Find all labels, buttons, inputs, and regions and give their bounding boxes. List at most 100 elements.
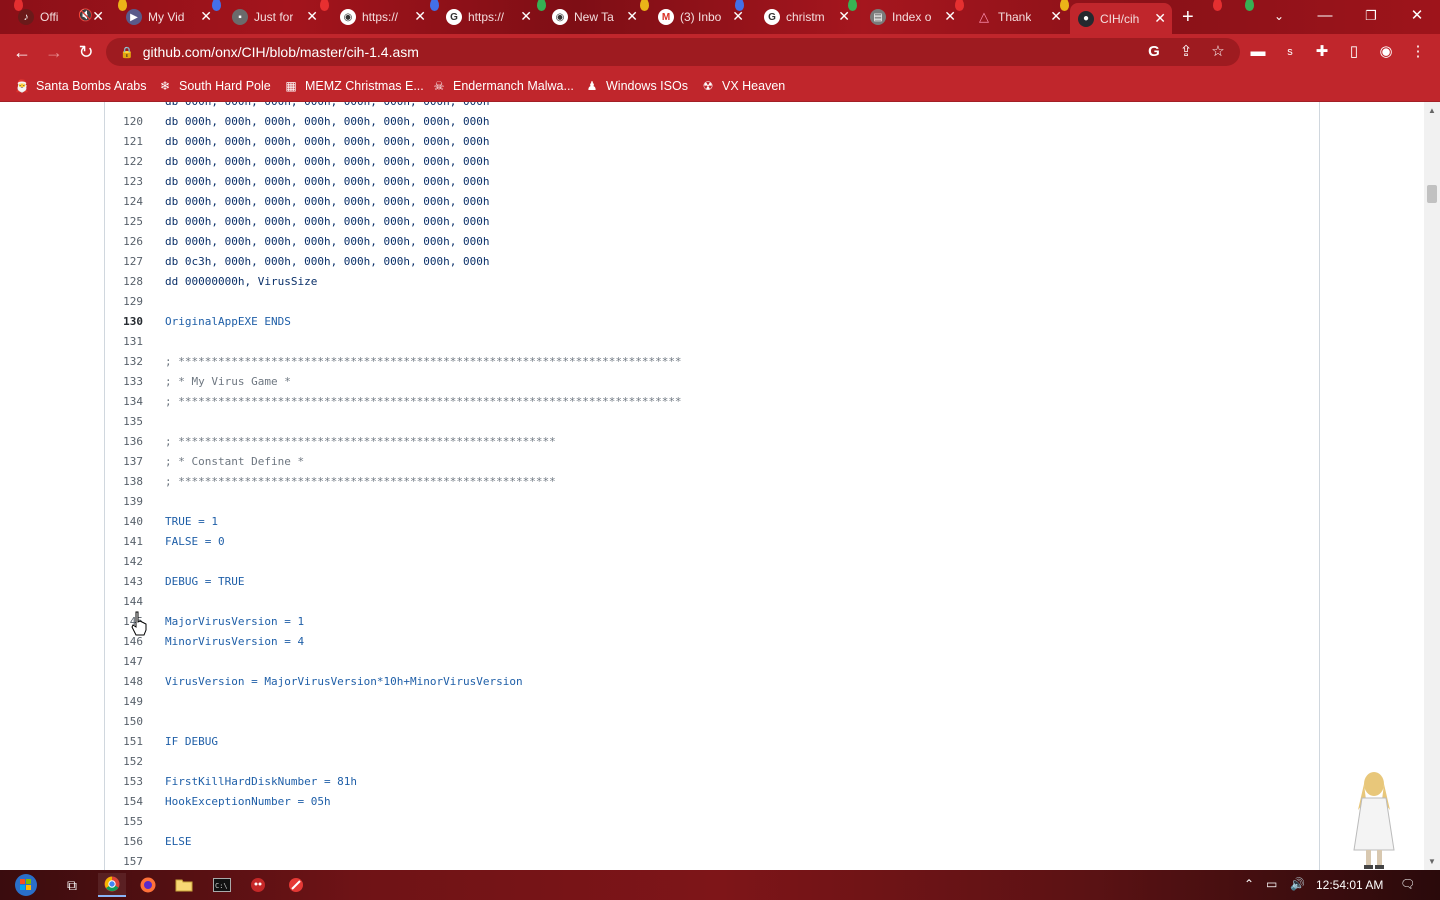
line-number[interactable]: 132 [103, 352, 143, 372]
google-lens-icon[interactable]: G [1143, 41, 1165, 63]
close-icon[interactable]: ✕ [306, 8, 318, 25]
taskbar-firefox[interactable] [134, 873, 162, 897]
line-number[interactable]: 124 [103, 192, 143, 212]
line-number[interactable]: 127 [103, 252, 143, 272]
taskbar-app-2[interactable] [282, 873, 310, 897]
minimize-button[interactable]: — [1302, 4, 1348, 28]
restore-button[interactable]: ❐ [1348, 4, 1394, 28]
line-number[interactable]: 144 [103, 592, 143, 612]
close-icon[interactable]: ✕ [414, 8, 426, 25]
close-icon[interactable]: ✕ [944, 8, 956, 25]
tab-10-active[interactable]: ● CIH/cih ✕ [1070, 3, 1172, 34]
line-number[interactable]: 125 [103, 212, 143, 232]
line-number[interactable]: 123 [103, 172, 143, 192]
tab-3[interactable]: ◉ https:// ✕ [332, 5, 432, 29]
start-button[interactable] [8, 873, 44, 897]
network-icon[interactable]: ▭ [1266, 877, 1277, 891]
tab-search-button[interactable]: ⌄ [1256, 4, 1302, 28]
bookmark-star-icon[interactable]: ☆ [1207, 41, 1229, 63]
line-number[interactable]: 153 [103, 772, 143, 792]
reload-button[interactable]: ↻ [74, 40, 98, 64]
tab-2[interactable]: ▪ Just for ✕ [224, 5, 324, 29]
side-panel-icon[interactable]: ▯ [1343, 41, 1365, 63]
scroll-up-arrow-icon[interactable]: ▲ [1428, 106, 1436, 115]
close-icon[interactable]: ✕ [1154, 10, 1166, 27]
tab-8[interactable]: ▤ Index o ✕ [862, 5, 962, 29]
line-number[interactable]: 141 [103, 532, 143, 552]
line-number[interactable]: 155 [103, 812, 143, 832]
line-number[interactable]: 135 [103, 412, 143, 432]
forward-button[interactable]: → [42, 40, 66, 64]
tab-5[interactable]: ◉ New Ta ✕ [544, 5, 644, 29]
taskbar-clock[interactable]: 12:54:01 AM [1316, 878, 1383, 892]
bookmark-2[interactable]: ▦ MEMZ Christmas E... [283, 77, 423, 95]
taskbar-cmd[interactable]: C:\ [208, 873, 236, 897]
close-icon[interactable]: ✕ [92, 8, 104, 25]
line-number[interactable]: 121 [103, 132, 143, 152]
vertical-scrollbar[interactable]: ▲ ▼ [1424, 102, 1440, 870]
close-icon[interactable]: ✕ [200, 8, 212, 25]
line-number[interactable]: 149 [103, 692, 143, 712]
line-number[interactable]: 126 [103, 232, 143, 252]
line-number[interactable]: 130 [103, 312, 143, 332]
line-number[interactable]: 138 [103, 472, 143, 492]
volume-icon[interactable]: 🔊 [1290, 877, 1305, 891]
line-number[interactable]: 120 [103, 112, 143, 132]
line-number[interactable]: 140 [103, 512, 143, 532]
tab-4[interactable]: G https:// ✕ [438, 5, 538, 29]
line-number[interactable]: 150 [103, 712, 143, 732]
scroll-down-arrow-icon[interactable]: ▼ [1428, 857, 1436, 866]
line-number[interactable]: 147 [103, 652, 143, 672]
profile-avatar-icon[interactable]: ◉ [1375, 41, 1397, 63]
bookmark-1[interactable]: ❄ South Hard Pole [157, 77, 271, 95]
close-icon[interactable]: ✕ [838, 8, 850, 25]
line-number[interactable]: 137 [103, 452, 143, 472]
line-number[interactable]: 139 [103, 492, 143, 512]
extension-s-icon[interactable]: s [1279, 41, 1301, 63]
tab-1[interactable]: ▶ My Vid ✕ [118, 5, 218, 29]
close-icon[interactable]: ✕ [732, 8, 744, 25]
bookmark-3[interactable]: ☠ Endermanch Malwa... [431, 77, 574, 95]
taskbar-file-explorer[interactable] [170, 873, 198, 897]
chevron-up-icon[interactable]: ⌃ [1244, 877, 1254, 891]
line-number[interactable]: 142 [103, 552, 143, 572]
close-icon[interactable]: ✕ [520, 8, 532, 25]
extension-flag-icon[interactable]: ▬ [1247, 41, 1269, 63]
back-button[interactable]: ← [10, 40, 34, 64]
tab-0[interactable]: ♪ Offi 🔇 ✕ [10, 5, 110, 29]
new-tab-button[interactable]: + [1178, 5, 1206, 29]
line-number[interactable]: 122 [103, 152, 143, 172]
line-number[interactable]: 136 [103, 432, 143, 452]
line-number[interactable]: 134 [103, 392, 143, 412]
line-number[interactable]: 156 [103, 832, 143, 852]
line-number[interactable]: 151 [103, 732, 143, 752]
share-icon[interactable]: ⇪ [1175, 41, 1197, 63]
line-number[interactable]: 143 [103, 572, 143, 592]
close-icon[interactable]: ✕ [1050, 8, 1062, 25]
scrollbar-thumb[interactable] [1427, 185, 1437, 203]
menu-kebab-icon[interactable]: ⋮ [1407, 41, 1429, 63]
bookmark-5[interactable]: ☢ VX Heaven [700, 77, 786, 95]
task-view-button[interactable]: ⧉ [58, 873, 86, 897]
line-number[interactable]: 133 [103, 372, 143, 392]
line-number[interactable]: 148 [103, 672, 143, 692]
notifications-icon[interactable]: 🗨 [1400, 877, 1415, 891]
line-number[interactable]: 131 [103, 332, 143, 352]
taskbar-chrome[interactable] [98, 873, 126, 897]
bookmark-0[interactable]: 🎅 Santa Bombs Arabs [14, 77, 147, 95]
taskbar-app-1[interactable] [244, 873, 272, 897]
tab-6[interactable]: M (3) Inbo ✕ [650, 5, 750, 29]
line-number[interactable]: 154 [103, 792, 143, 812]
muted-speaker-icon[interactable]: 🔇 [78, 8, 93, 22]
bookmark-4[interactable]: ♟ Windows ISOs [584, 77, 688, 95]
line-number[interactable]: 129 [103, 292, 143, 312]
line-number[interactable]: 128 [103, 272, 143, 292]
line-number[interactable]: 157 [103, 852, 143, 870]
address-bar[interactable]: 🔒 github.com/onx/CIH/blob/master/cih-1.4… [106, 38, 1240, 66]
close-window-button[interactable]: ✕ [1394, 4, 1440, 28]
line-number[interactable]: 152 [103, 752, 143, 772]
tab-7[interactable]: G christm ✕ [756, 5, 856, 29]
tab-9[interactable]: △ Thank ✕ [968, 5, 1068, 29]
close-icon[interactable]: ✕ [626, 8, 638, 25]
extensions-puzzle-icon[interactable]: ✚ [1311, 41, 1333, 63]
